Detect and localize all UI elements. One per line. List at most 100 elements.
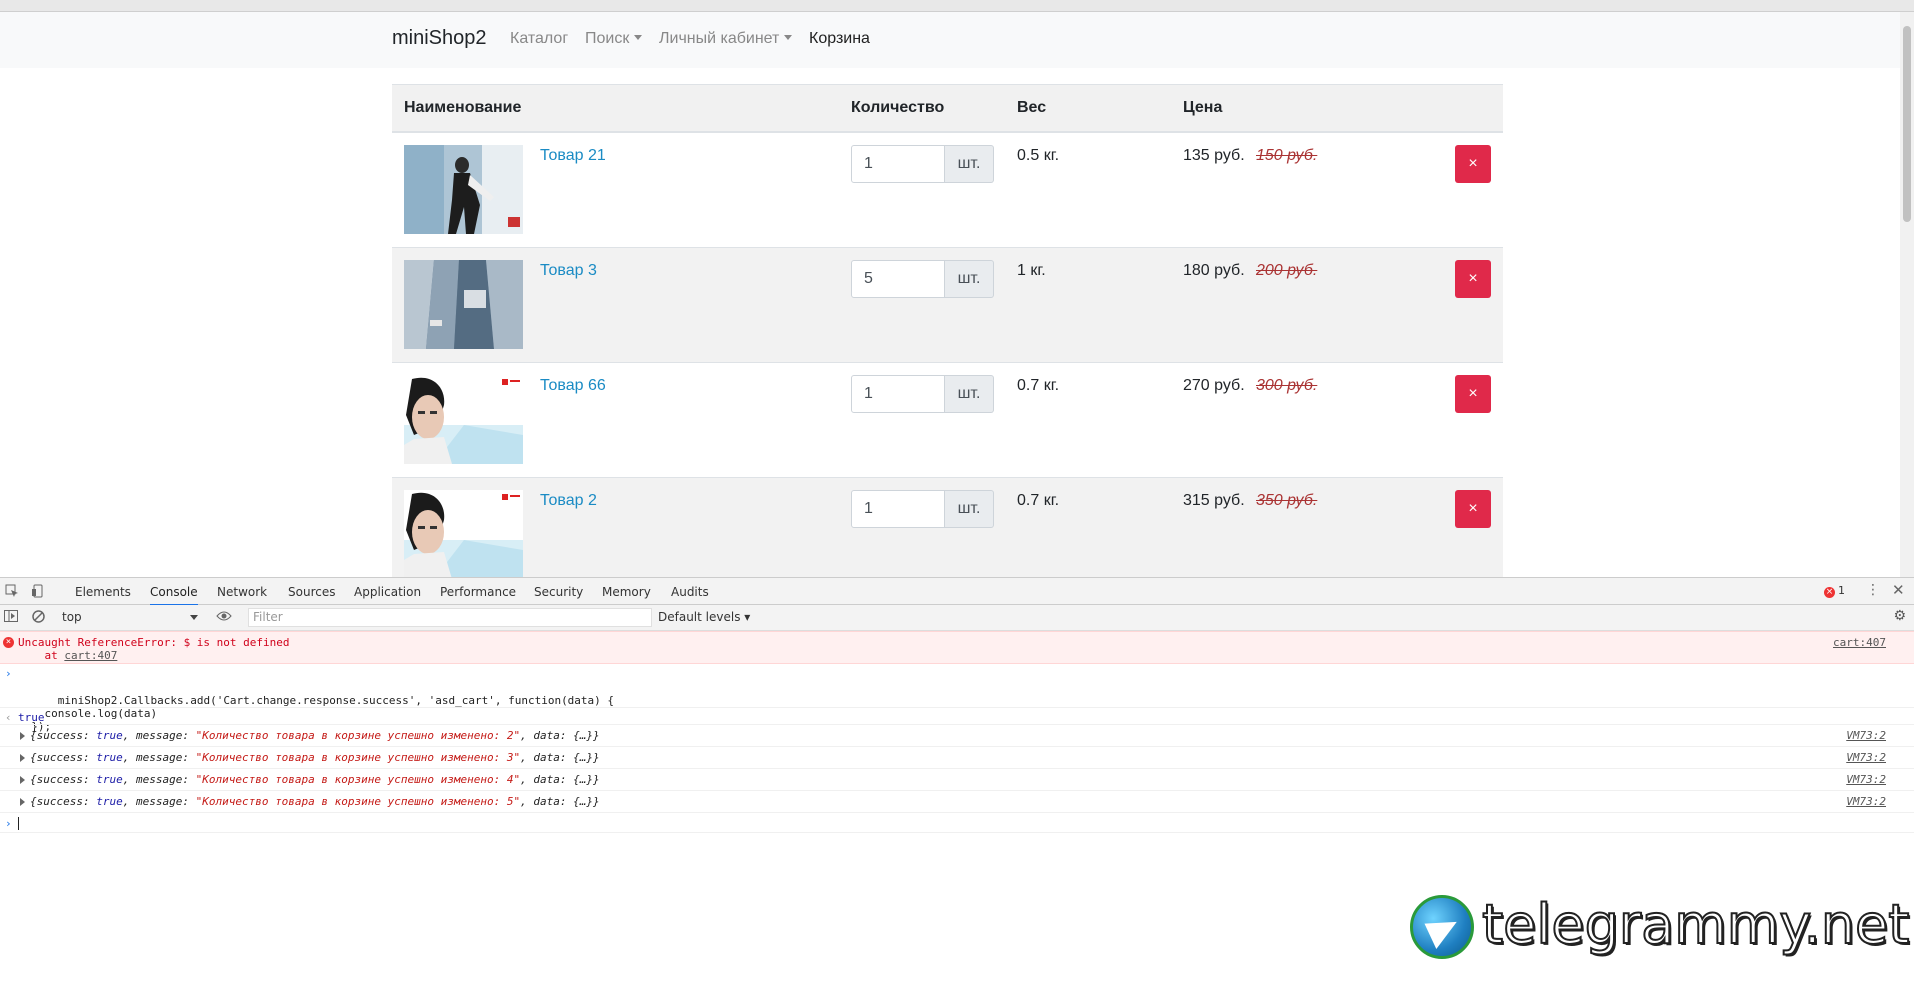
log-mid: , message: — [122, 795, 196, 808]
product-link[interactable]: Товар 3 — [540, 262, 597, 280]
log-source-link[interactable]: VM73:2 — [1846, 729, 1886, 742]
tab-memory[interactable]: Memory — [602, 585, 651, 599]
scrollbar-thumb[interactable] — [1903, 26, 1911, 222]
log-source-link[interactable]: VM73:2 — [1846, 751, 1886, 764]
console-prompt[interactable]: › — [0, 813, 1914, 833]
clear-console-icon[interactable] — [32, 610, 45, 626]
log-prefix: {success: — [30, 773, 97, 786]
log-suffix: , data: {…}} — [520, 729, 600, 742]
log-source-link[interactable]: VM73:2 — [1846, 795, 1886, 808]
inspect-element-icon[interactable] — [5, 584, 19, 601]
gear-icon[interactable]: ⚙ — [1893, 608, 1906, 624]
expand-triangle-icon[interactable] — [20, 732, 25, 740]
product-weight: 0.5 кг. — [1017, 147, 1060, 164]
sidebar-toggle-icon[interactable] — [4, 610, 18, 625]
remove-item-button[interactable]: × — [1455, 260, 1491, 298]
error-stack-link[interactable]: cart:407 — [64, 649, 117, 662]
table-row: Товар 2 1 шт. 0.7 кг. 315 руб. 350 руб. … — [392, 478, 1503, 577]
quantity-input[interactable]: 5 — [851, 260, 945, 298]
log-keyword: true — [96, 773, 123, 786]
product-image[interactable] — [404, 375, 523, 464]
result-arrow-icon: ‹ — [5, 711, 12, 724]
tab-application[interactable]: Application — [354, 585, 421, 599]
console-log-entry[interactable]: {success: true, message: "Количество тов… — [0, 725, 1914, 747]
log-mid: , message: — [122, 751, 196, 764]
product-link[interactable]: Товар 2 — [540, 492, 597, 510]
product-link[interactable]: Товар 66 — [540, 377, 606, 395]
tab-audits[interactable]: Audits — [671, 585, 709, 599]
console-log-entry[interactable]: {success: true, message: "Количество тов… — [0, 747, 1914, 769]
table-row: Товар 21 1 шт. 0.5 кг. 135 руб. 150 руб.… — [392, 133, 1503, 248]
log-message: "Количество товара в корзине успешно изм… — [195, 751, 521, 764]
more-options-icon[interactable]: ⋮ — [1866, 582, 1880, 598]
eye-icon[interactable] — [216, 610, 232, 625]
remove-item-button[interactable]: × — [1455, 490, 1491, 528]
chevron-down-icon — [634, 35, 643, 40]
product-old-price: 350 руб. — [1256, 492, 1318, 509]
error-stack: at cart:407 — [18, 649, 1914, 662]
result-value: true — [18, 711, 45, 724]
product-link[interactable]: Товар 21 — [540, 147, 606, 165]
error-icon: × — [3, 637, 14, 648]
close-icon[interactable]: ✕ — [1892, 581, 1905, 599]
nav-link-search[interactable]: Поиск — [585, 30, 643, 48]
product-image[interactable] — [404, 145, 523, 234]
remove-item-button[interactable]: × — [1455, 375, 1491, 413]
remove-item-button[interactable]: × — [1455, 145, 1491, 183]
expand-triangle-icon[interactable] — [20, 776, 25, 784]
table-row: Товар 3 5 шт. 1 кг. 180 руб. 200 руб. × — [392, 248, 1503, 363]
telegram-logo-icon — [1410, 895, 1474, 959]
log-mid: , message: — [122, 729, 196, 742]
log-levels-select[interactable]: Default levels ▾ — [658, 610, 750, 624]
quantity-unit: шт. — [945, 490, 994, 528]
context-select[interactable]: top — [62, 610, 198, 624]
quantity-unit: шт. — [945, 145, 994, 183]
log-keyword: true — [96, 729, 123, 742]
product-weight: 1 кг. — [1017, 262, 1046, 279]
product-old-price: 150 руб. — [1256, 147, 1318, 164]
product-image[interactable] — [404, 490, 523, 577]
log-prefix: {success: — [30, 795, 97, 808]
tab-sources[interactable]: Sources — [288, 585, 335, 599]
error-count-badge[interactable]: × 1 — [1824, 584, 1845, 598]
tab-security[interactable]: Security — [534, 585, 583, 599]
table-header: Наименование Количество Вес Цена — [392, 84, 1503, 133]
quantity-group: 1 шт. — [851, 375, 994, 413]
product-price: 135 руб. — [1183, 147, 1245, 164]
quantity-group: 1 шт. — [851, 490, 994, 528]
cart-table: Наименование Количество Вес Цена Товар 2… — [392, 84, 1503, 577]
quantity-input[interactable]: 1 — [851, 490, 945, 528]
quantity-input[interactable]: 1 — [851, 375, 945, 413]
header-weight: Вес — [1017, 99, 1047, 116]
page-scrollbar[interactable] — [1900, 12, 1914, 577]
expand-triangle-icon[interactable] — [20, 754, 25, 762]
tab-console[interactable]: Console — [150, 585, 198, 606]
error-count: 1 — [1838, 584, 1845, 597]
log-levels-label: Default levels — [658, 610, 741, 624]
filter-input[interactable]: Filter — [248, 608, 652, 627]
product-image[interactable] — [404, 260, 523, 349]
expand-triangle-icon[interactable] — [20, 798, 25, 806]
quantity-group: 1 шт. — [851, 145, 994, 183]
tab-performance[interactable]: Performance — [440, 585, 516, 599]
error-source-link[interactable]: cart:407 — [1833, 636, 1886, 649]
log-prefix: {success: — [30, 729, 97, 742]
console-result: ‹ true — [0, 708, 1914, 725]
log-source-link[interactable]: VM73:2 — [1846, 773, 1886, 786]
console-log-entry[interactable]: {success: true, message: "Количество тов… — [0, 769, 1914, 791]
quantity-input[interactable]: 1 — [851, 145, 945, 183]
log-keyword: true — [96, 795, 123, 808]
console-input-echo: › miniShop2.Callbacks.add('Cart.change.r… — [0, 664, 1914, 733]
nav-link-account[interactable]: Личный кабинет — [659, 30, 793, 48]
page-viewport: miniShop2 Каталог Поиск Личный кабинет К… — [0, 12, 1914, 577]
tab-network[interactable]: Network — [217, 585, 267, 599]
nav-link-catalog[interactable]: Каталог — [510, 30, 568, 48]
nav-link-cart[interactable]: Корзина — [809, 30, 870, 48]
console-log-entry[interactable]: {success: true, message: "Количество тов… — [0, 791, 1914, 813]
quantity-unit: шт. — [945, 260, 994, 298]
watermark-text: telegrammy.net — [1481, 892, 1910, 957]
tab-elements[interactable]: Elements — [75, 585, 131, 599]
brand-logo[interactable]: miniShop2 — [392, 27, 487, 50]
device-toolbar-icon[interactable] — [31, 584, 45, 601]
log-message: "Количество товара в корзине успешно изм… — [195, 729, 521, 742]
